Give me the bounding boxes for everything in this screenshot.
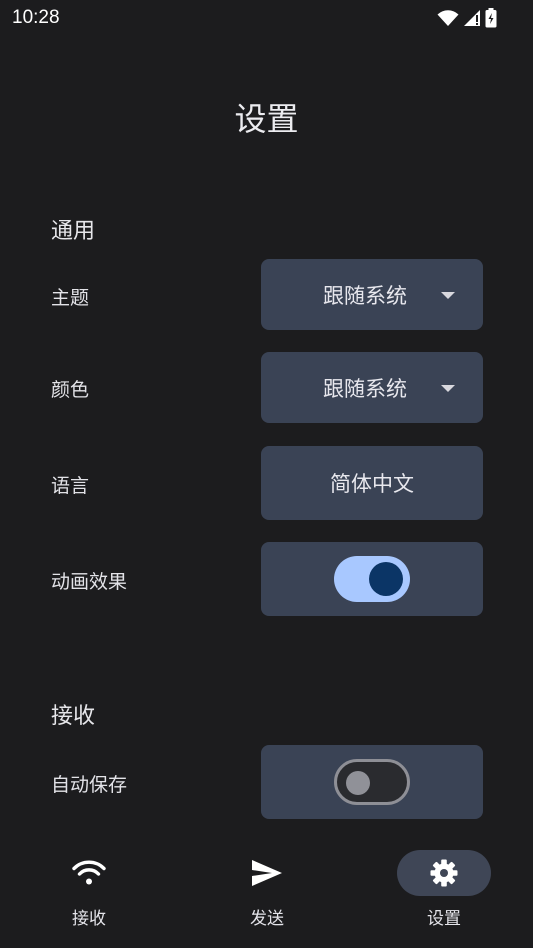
- theme-dropdown[interactable]: 跟随系统: [261, 259, 483, 330]
- wifi-signal-icon: [437, 10, 459, 26]
- autosave-toggle[interactable]: [334, 759, 410, 805]
- nav-icon-container: [220, 850, 314, 896]
- caret-down-icon: [441, 384, 455, 392]
- status-time: 10:28: [12, 7, 60, 28]
- language-value: 简体中文: [330, 472, 414, 496]
- animation-toggle[interactable]: [334, 556, 410, 602]
- status-icons: [437, 8, 497, 28]
- page-title: 设置: [234, 100, 299, 138]
- nav-item-settings[interactable]: 设置: [355, 840, 533, 940]
- toggle-knob: [346, 771, 370, 795]
- animation-row-control: [261, 542, 483, 616]
- send-icon: [252, 860, 282, 886]
- autosave-row-control: [261, 745, 483, 819]
- caret-down-icon: [441, 291, 455, 299]
- battery-icon: [485, 8, 497, 28]
- theme-dropdown-value: 跟随系统: [323, 283, 407, 308]
- status-bar: 10:28: [0, 0, 533, 36]
- wifi-icon: [72, 860, 106, 885]
- nav-icon-container: [42, 850, 136, 896]
- animation-label: 动画效果: [51, 571, 128, 593]
- gear-icon: [430, 859, 458, 887]
- nav-item-send[interactable]: 发送: [178, 840, 356, 940]
- toggle-knob: [369, 562, 403, 596]
- autosave-label: 自动保存: [51, 774, 128, 796]
- cell-signal-icon: [464, 10, 480, 26]
- nav-item-receive[interactable]: 接收: [0, 840, 178, 940]
- color-label: 颜色: [51, 379, 90, 401]
- language-button[interactable]: 简体中文: [261, 446, 483, 520]
- color-dropdown-value: 跟随系统: [323, 376, 407, 401]
- section-title-receive: 接收: [51, 704, 96, 729]
- section-title-general: 通用: [51, 219, 96, 244]
- nav-icon-container-active: [397, 850, 491, 896]
- nav-label-settings: 设置: [427, 909, 461, 929]
- nav-label-send: 发送: [250, 909, 284, 929]
- bottom-navigation: 接收 发送 设置: [0, 840, 533, 948]
- color-dropdown[interactable]: 跟随系统: [261, 352, 483, 423]
- nav-label-receive: 接收: [72, 909, 106, 929]
- language-label: 语言: [51, 475, 90, 497]
- theme-label: 主题: [51, 287, 90, 309]
